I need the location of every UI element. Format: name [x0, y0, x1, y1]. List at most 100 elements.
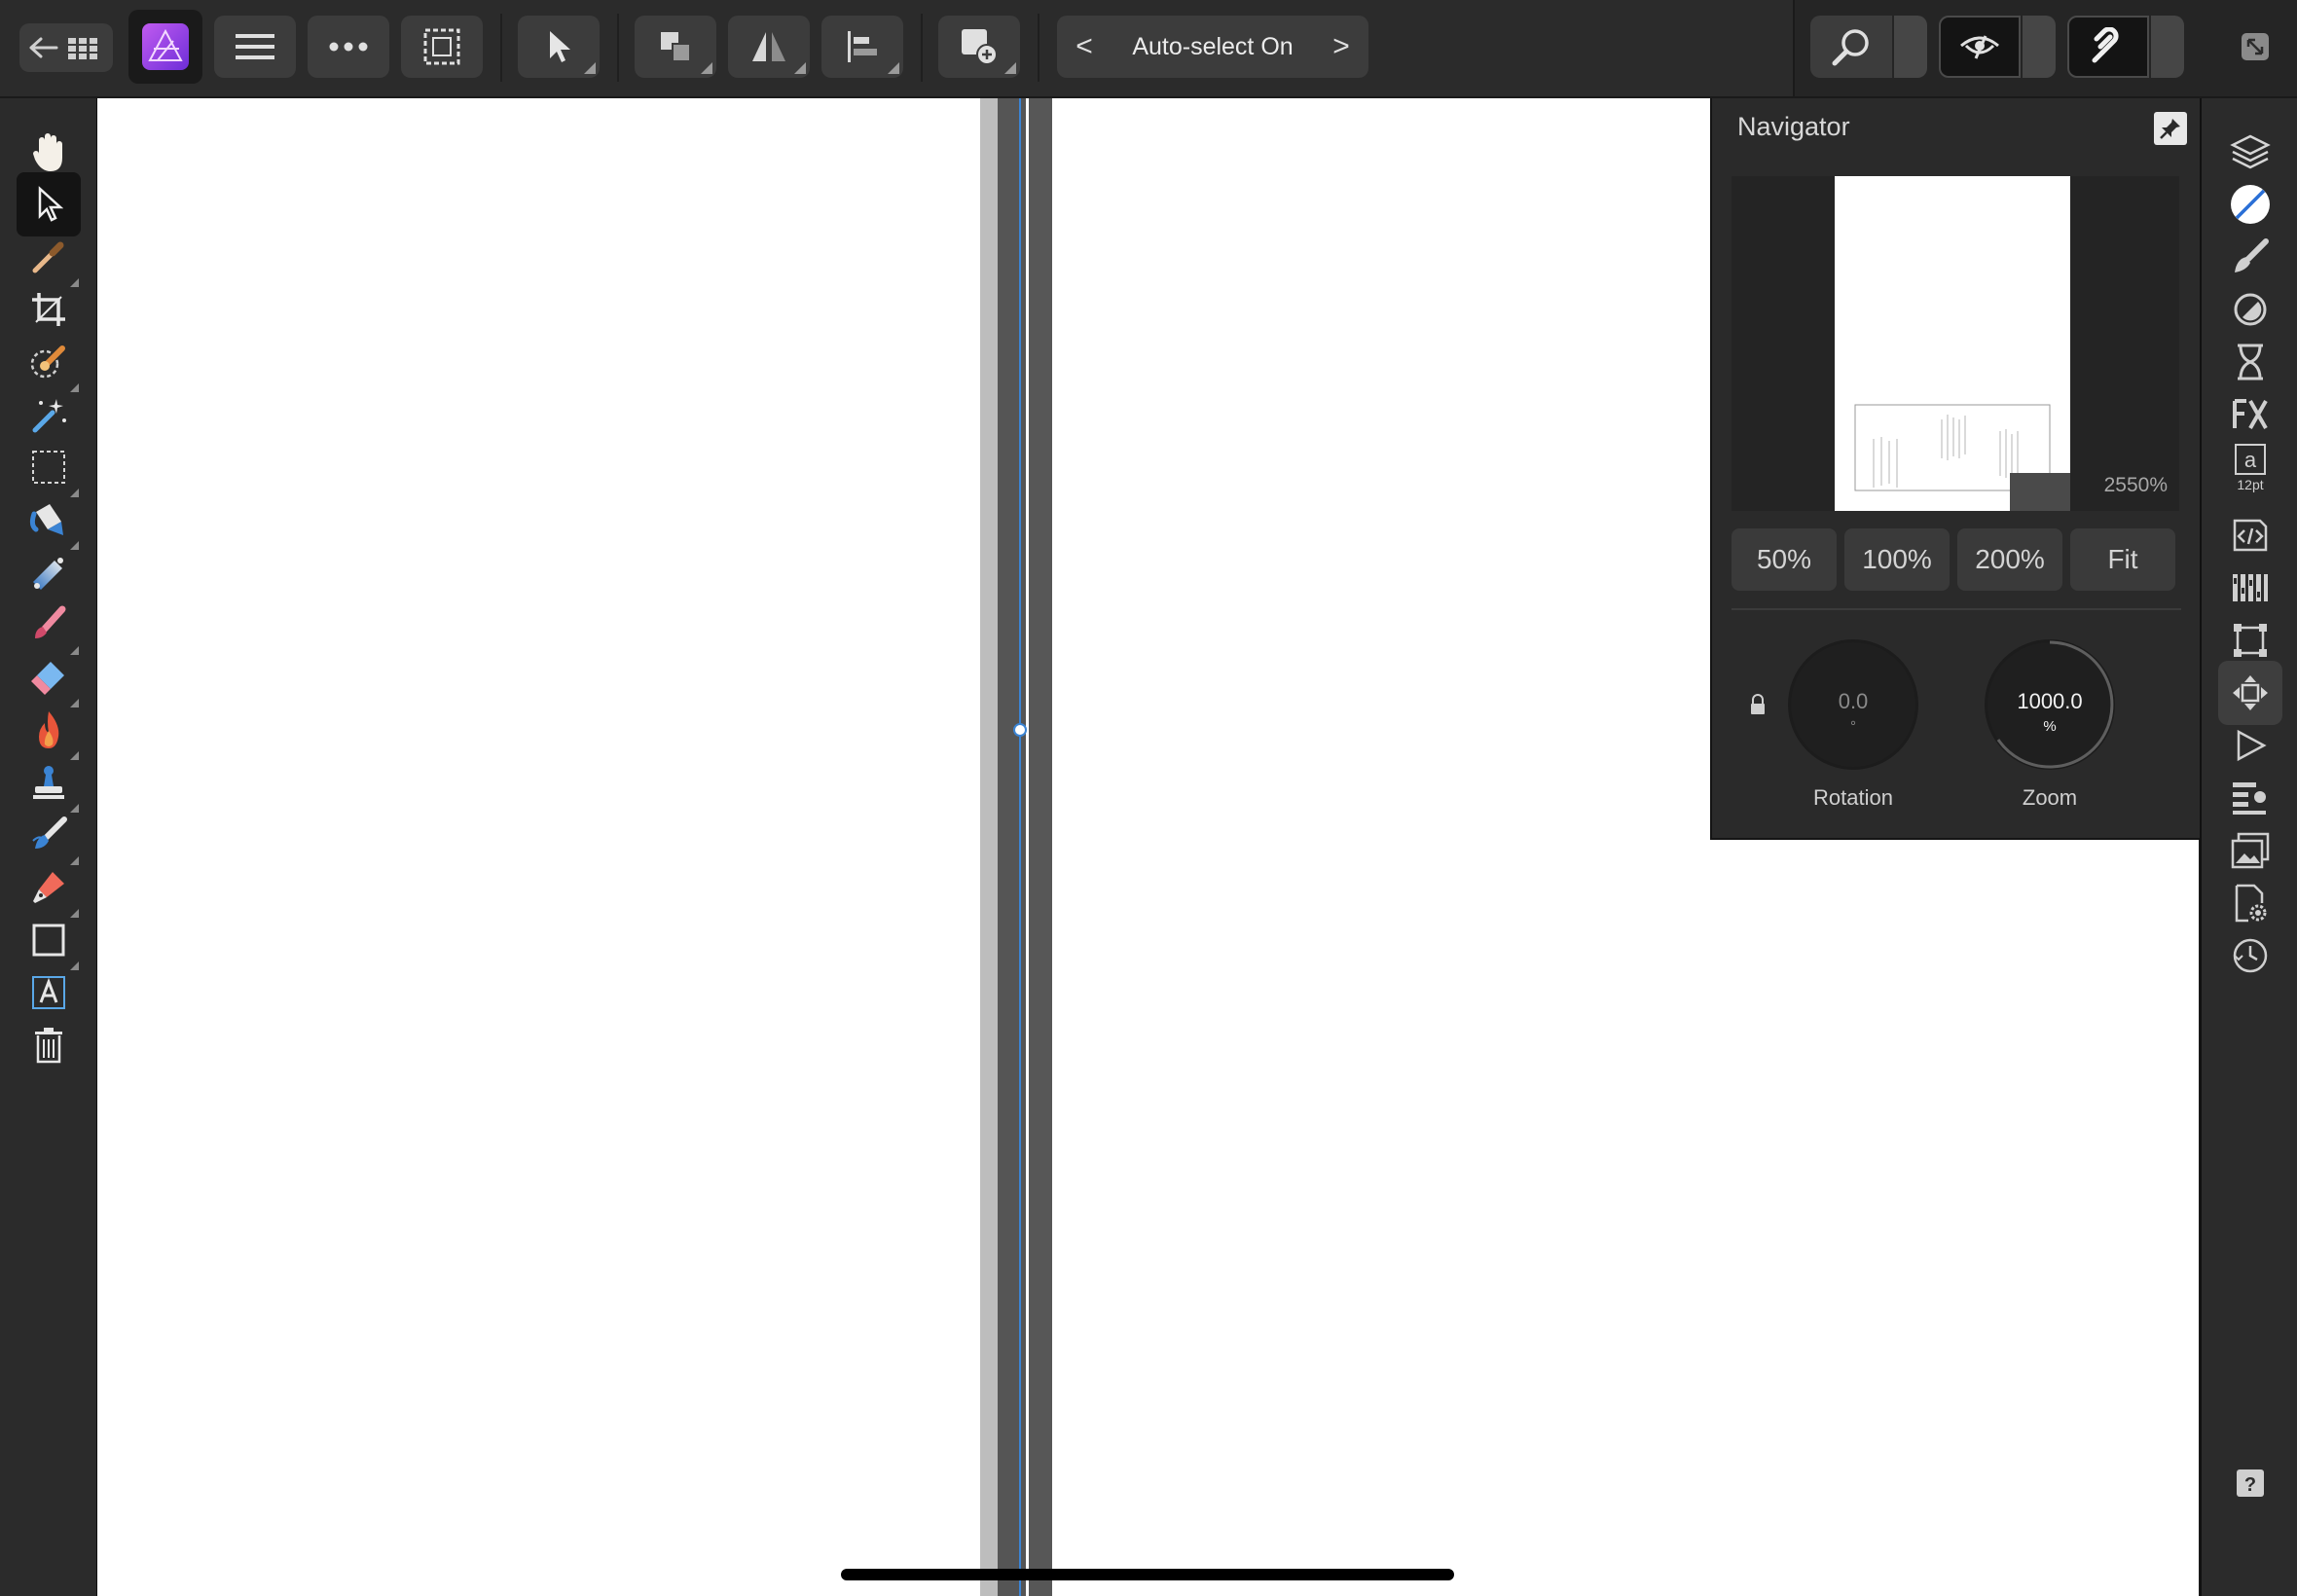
- frame-text-icon: [32, 976, 65, 1009]
- back-to-gallery-button[interactable]: [19, 23, 113, 72]
- brushes-icon: [2235, 238, 2269, 272]
- insert-button[interactable]: [938, 16, 1020, 78]
- rotation-label: Rotation: [1813, 785, 1893, 810]
- smudge-icon: [32, 816, 67, 849]
- ellipsis-icon: [329, 42, 368, 52]
- move-pointer-icon: [38, 186, 63, 222]
- rotation-unit: °: [1850, 718, 1856, 735]
- magnet-snapping-icon: [2092, 27, 2119, 63]
- preview-zoom-label: 2550%: [2103, 474, 2168, 496]
- eraser-icon: [31, 662, 64, 695]
- affinity-photo-logo-icon: [142, 23, 189, 70]
- image-edge-dark-right: [1029, 98, 1052, 1596]
- hand-icon: [33, 133, 62, 171]
- rotation-lock-button[interactable]: [1749, 694, 1767, 715]
- navigator-panel: Navigator 2550% 50% 100% 200% Fit 0.0 ° …: [1710, 98, 2201, 840]
- snapping-dropdown[interactable]: [2151, 16, 2184, 78]
- layers-icon: [2230, 134, 2271, 169]
- auto-select-toggle[interactable]: < Auto-select On >: [1057, 16, 1368, 78]
- flame-icon: [39, 711, 59, 748]
- rotation-value: 0.0: [1838, 689, 1869, 713]
- studio-panel-bar: a 12pt ?: [2200, 98, 2297, 1596]
- menu-button[interactable]: [214, 16, 296, 78]
- text-styles-studio-button[interactable]: a 12pt: [2218, 435, 2282, 499]
- auto-select-prev-button[interactable]: <: [1057, 16, 1112, 78]
- align-left-icon: [848, 31, 877, 62]
- delete-button[interactable]: [17, 1013, 81, 1077]
- selection-guide-line: [1019, 98, 1021, 1596]
- document-gear-icon: [2235, 884, 2267, 923]
- tools-panel: [0, 98, 98, 1596]
- expand-icon: [2242, 33, 2269, 60]
- zoom-view-button[interactable]: [1810, 16, 1892, 78]
- clone-stamp-icon: [33, 766, 64, 799]
- navigator-move-icon: [2233, 675, 2268, 710]
- image-edge-dark: [998, 98, 1026, 1596]
- transform-icon: [2234, 624, 2267, 657]
- zoom-view-dropdown[interactable]: [1894, 16, 1927, 78]
- auto-select-next-button[interactable]: >: [1314, 16, 1368, 78]
- magic-wand-icon: [32, 399, 66, 433]
- rectangle-shape-icon: [32, 924, 65, 957]
- eyedropper-icon: [32, 241, 64, 273]
- adjustment-icon: [2234, 293, 2267, 326]
- clock-history-icon: [2233, 938, 2268, 973]
- document-thumbnail-icon: [1854, 404, 2070, 511]
- home-indicator[interactable]: [841, 1569, 1454, 1580]
- zoom-value: 1000.0: [2017, 689, 2083, 713]
- lock-icon: [1751, 694, 1765, 714]
- back-arrow-icon: [29, 37, 97, 59]
- gradient-icon: [33, 558, 63, 590]
- photo-persona-button[interactable]: [128, 10, 202, 84]
- arrange-icon: [661, 32, 691, 62]
- selection-brush-icon: [30, 345, 65, 379]
- pin-icon: [2160, 119, 2180, 139]
- pin-panel-button[interactable]: [2154, 112, 2187, 145]
- navigator-title: Navigator: [1737, 112, 1850, 141]
- add-shape-icon: [962, 29, 998, 65]
- zoom-label: Zoom: [2022, 785, 2078, 810]
- library-list-icon: [2233, 782, 2266, 815]
- zoom-50-button[interactable]: 50%: [1732, 528, 1837, 591]
- flip-button[interactable]: [728, 16, 810, 78]
- help-button[interactable]: ?: [2218, 1451, 2282, 1515]
- selection-button[interactable]: [401, 16, 483, 78]
- auto-select-label: Auto-select On: [1132, 32, 1294, 60]
- selection-handle[interactable]: [1013, 723, 1027, 737]
- hourglass-icon: [2238, 344, 2263, 381]
- snapping-button[interactable]: [2067, 16, 2149, 78]
- code-icon: [2233, 519, 2268, 552]
- color-wheel-icon: [2231, 185, 2270, 224]
- play-icon: [2237, 729, 2267, 762]
- move-tool-options-button[interactable]: [518, 16, 600, 78]
- rotation-dial[interactable]: 0.0 °: [1788, 639, 1918, 770]
- flip-horizontal-icon: [752, 32, 785, 61]
- svg-text:a: a: [2244, 448, 2257, 472]
- view-mode-button[interactable]: [1939, 16, 2021, 78]
- text-size-label: 12pt: [2237, 476, 2264, 492]
- eye-view-icon: [1960, 35, 1999, 59]
- channels-icon: [2233, 574, 2268, 601]
- crop-icon: [32, 293, 65, 326]
- svg-text:?: ?: [2244, 1474, 2256, 1496]
- more-options-button[interactable]: [308, 16, 389, 78]
- paint-bucket-icon: [29, 504, 63, 535]
- zoom-200-button[interactable]: 200%: [1957, 528, 2062, 591]
- marquee-selection-icon: [423, 28, 460, 65]
- fullscreen-button[interactable]: [2231, 16, 2279, 78]
- view-mode-dropdown[interactable]: [2023, 16, 2056, 78]
- magnifier-icon: [1832, 29, 1869, 66]
- zoom-dial[interactable]: 1000.0 %: [1985, 639, 2115, 770]
- help-question-icon: ?: [2237, 1469, 2264, 1497]
- navigator-preview[interactable]: 2550%: [1732, 176, 2179, 511]
- zoom-100-button[interactable]: 100%: [1844, 528, 1950, 591]
- hamburger-menu-icon: [236, 34, 274, 59]
- zoom-fit-button[interactable]: Fit: [2070, 528, 2175, 591]
- top-toolbar: < Auto-select On >: [0, 0, 2297, 98]
- fx-icon: [2233, 399, 2268, 429]
- stock-images-icon: [2231, 832, 2270, 869]
- snapshots-studio-button[interactable]: [2218, 924, 2282, 988]
- arrange-button[interactable]: [635, 16, 716, 78]
- align-button[interactable]: [821, 16, 903, 78]
- brush-icon: [35, 605, 66, 638]
